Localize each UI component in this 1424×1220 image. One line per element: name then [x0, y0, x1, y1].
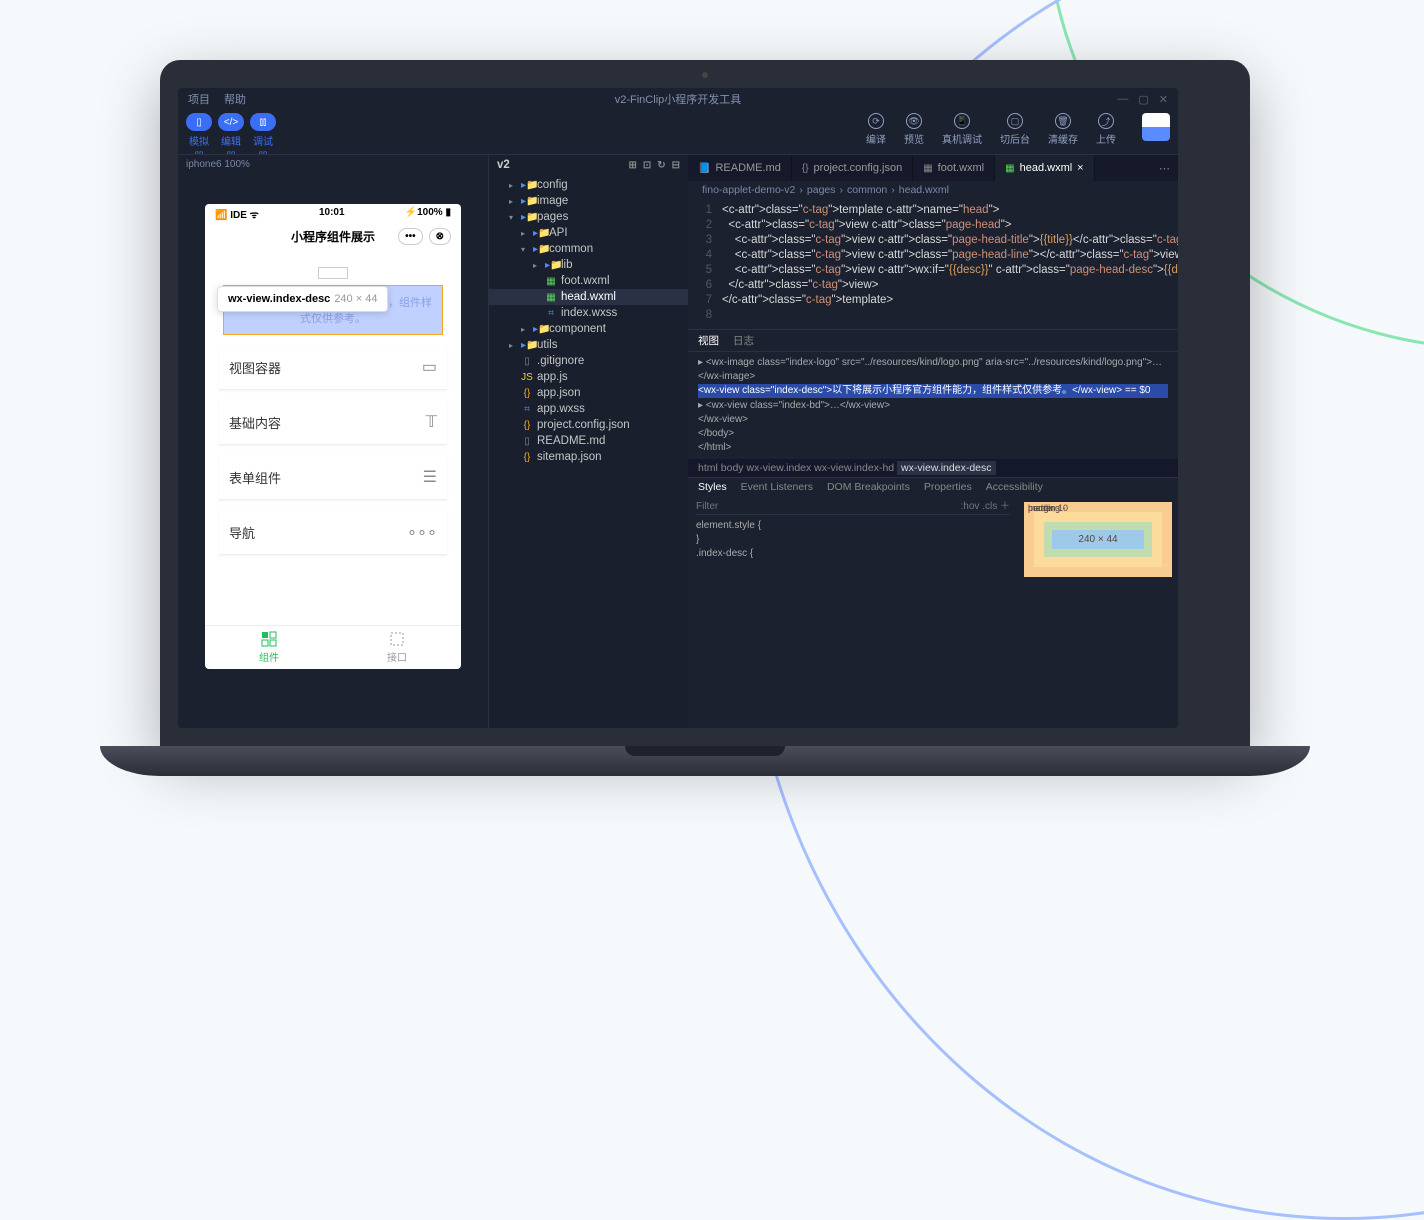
window-title: v2-FinClip小程序开发工具	[615, 91, 742, 107]
devtools-tab-view[interactable]: 视图	[698, 333, 719, 348]
maximize-icon[interactable]: ▢	[1138, 93, 1148, 106]
menu-project[interactable]: 项目	[188, 91, 210, 107]
tree-item[interactable]: ▯.gitignore	[489, 353, 688, 369]
toolbar-预览[interactable]: 👁预览	[904, 113, 924, 146]
toolbar-清缓存[interactable]: 🗑清缓存	[1048, 113, 1078, 146]
capsule-menu-icon[interactable]: •••	[398, 228, 423, 245]
list-item[interactable]: 视图容器▭	[219, 345, 447, 390]
tree-item[interactable]: ▾▸📁pages	[489, 209, 688, 225]
logo-placeholder	[318, 267, 348, 279]
new-folder-icon[interactable]: ⊡	[643, 160, 651, 171]
list-item[interactable]: 表单组件☰	[219, 455, 447, 500]
tree-item[interactable]: {}app.json	[489, 385, 688, 401]
list-item[interactable]: 基础内容𝕋	[219, 400, 447, 445]
tabbar-components[interactable]: 组件	[205, 626, 333, 669]
editor-tabs: 📘README.md{}project.config.json▦foot.wxm…	[688, 155, 1178, 181]
tabs-more-icon[interactable]: ⋯	[1151, 162, 1178, 175]
capsule-close-icon[interactable]: ⊗	[429, 228, 451, 245]
tree-item[interactable]: JSapp.js	[489, 369, 688, 385]
styles-tab[interactable]: Accessibility	[986, 481, 1043, 493]
phone-simulator: 📶 IDE ᯤ 10:01 ⚡100% ▮ 小程序组件展示 ••• ⊗ wx-v…	[205, 204, 461, 669]
editor-tab[interactable]: 📘README.md	[688, 155, 792, 181]
toolbar-编译[interactable]: ⟳编译	[866, 113, 886, 146]
toolbar-上传[interactable]: ⤴上传	[1096, 113, 1116, 146]
refresh-icon[interactable]: ↻	[657, 160, 665, 171]
tree-item[interactable]: ▸▸📁component	[489, 321, 688, 337]
code-line[interactable]: </c-attr">class="c-tag">template>	[722, 293, 1178, 308]
styles-tab[interactable]: DOM Breakpoints	[827, 481, 910, 493]
styles-hov[interactable]: :hov .cls ＋	[961, 500, 1010, 514]
status-left: 📶 IDE ᯤ	[215, 207, 259, 221]
dom-tree[interactable]: ▸ <wx-image class="index-logo" src="../r…	[688, 352, 1178, 459]
box-model: margin 10 border - padding - 240 × 44	[1018, 496, 1178, 728]
tree-item[interactable]: ⌗app.wxss	[489, 401, 688, 417]
status-right: ⚡100% ▮	[405, 207, 451, 221]
status-time: 10:01	[319, 207, 345, 221]
new-file-icon[interactable]: ⊞	[628, 160, 636, 171]
tree-item[interactable]: {}sitemap.json	[489, 449, 688, 465]
device-info: iphone6 100%	[178, 155, 488, 174]
dom-breadcrumbs[interactable]: html body wx-view.index wx-view.index-hd…	[688, 459, 1178, 477]
laptop-frame: 项目 帮助 v2-FinClip小程序开发工具 — ▢ ✕ ▯ </> ⫾⫾ 模…	[160, 60, 1250, 776]
explorer-root[interactable]: v2	[497, 159, 510, 171]
menu-help[interactable]: 帮助	[224, 91, 246, 107]
close-icon[interactable]: ✕	[1159, 93, 1168, 106]
styles-tab[interactable]: Styles	[698, 481, 727, 493]
styles-tab[interactable]: Event Listeners	[741, 481, 813, 493]
breadcrumbs: fino-applet-demo-v2›pages›common›head.wx…	[688, 181, 1178, 199]
toolbar-真机调试[interactable]: 📱真机调试	[942, 113, 982, 146]
tree-item[interactable]: ▦foot.wxml	[489, 273, 688, 289]
tree-item[interactable]: ▦head.wxml	[489, 289, 688, 305]
editor-tab[interactable]: ▦head.wxml×	[995, 155, 1094, 181]
pill-simulator[interactable]: ▯	[186, 113, 212, 131]
editor-tab[interactable]: ▦foot.wxml	[913, 155, 995, 181]
avatar[interactable]	[1142, 113, 1170, 141]
minimize-icon[interactable]: —	[1117, 93, 1128, 106]
inspector-tooltip: wx-view.index-desc240 × 44	[217, 286, 388, 312]
tree-item[interactable]: ⌗index.wxss	[489, 305, 688, 321]
pill-editor[interactable]: </>	[218, 113, 244, 131]
list-item[interactable]: 导航∘∘∘	[219, 510, 447, 555]
code-line[interactable]: </c-attr">class="c-tag">view>	[722, 278, 1178, 293]
collapse-icon[interactable]: ⊟	[672, 160, 680, 171]
menubar: 项目 帮助 v2-FinClip小程序开发工具 — ▢ ✕	[178, 88, 1178, 110]
tree-item[interactable]: ▸▸📁utils	[489, 337, 688, 353]
toolbar-切后台[interactable]: ▢切后台	[1000, 113, 1030, 146]
nav-title: 小程序组件展示	[291, 228, 375, 245]
pill-debugger[interactable]: ⫾⫾	[250, 113, 276, 131]
code-line[interactable]: <c-attr">class="c-tag">view c-attr">wx:i…	[722, 263, 1178, 278]
tabbar-api[interactable]: 接口	[333, 626, 461, 669]
tree-item[interactable]: ▸▸📁config	[489, 177, 688, 193]
tree-item[interactable]: ▾▸📁common	[489, 241, 688, 257]
code-line[interactable]: <c-attr">class="c-tag">view c-attr">clas…	[722, 233, 1178, 248]
toolbar: ▯ </> ⫾⫾ 模拟器 编辑器 调试器 ⟳编译👁预览📱真机调试▢切后台🗑清缓存…	[178, 110, 1178, 154]
tree-item[interactable]: ▸▸📁image	[489, 193, 688, 209]
code-line[interactable]: <c-attr">class="c-tag">view c-attr">clas…	[722, 248, 1178, 263]
tree-item[interactable]: ▯README.md	[489, 433, 688, 449]
editor-tab[interactable]: {}project.config.json	[792, 155, 913, 181]
code-line[interactable]: <c-attr">class="c-tag">template c-attr">…	[722, 203, 1178, 218]
styles-filter[interactable]: Filter	[696, 500, 718, 514]
tree-item[interactable]: ▸▸📁API	[489, 225, 688, 241]
code-line[interactable]: <c-attr">class="c-tag">view c-attr">clas…	[722, 218, 1178, 233]
devtools-tab-log[interactable]: 日志	[733, 333, 754, 348]
tree-item[interactable]: ▸▸📁lib	[489, 257, 688, 273]
tree-item[interactable]: {}project.config.json	[489, 417, 688, 433]
styles-tab[interactable]: Properties	[924, 481, 972, 493]
